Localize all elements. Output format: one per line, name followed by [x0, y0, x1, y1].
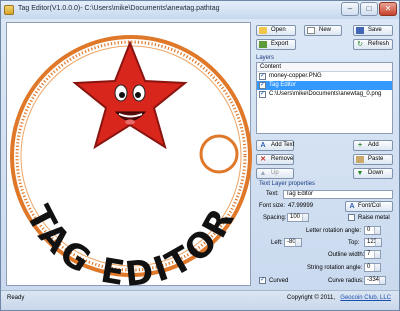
refresh-icon: ↻ [357, 41, 363, 48]
export-button[interactable]: Export [256, 39, 296, 50]
font-color-button[interactable]: A Font/Col [345, 201, 393, 212]
star-mascot [72, 40, 188, 150]
curve-radius-stepper[interactable]: -334 [364, 276, 386, 285]
string-rotation-stepper[interactable]: 0 [364, 263, 381, 272]
raise-metal-checkbox[interactable] [348, 214, 355, 221]
layers-group-label: Layers [256, 55, 275, 61]
tag-curved-text: TAG EDITOR [18, 199, 244, 287]
text-input[interactable]: Tag Editor [283, 190, 393, 199]
down-label: Down [368, 170, 384, 176]
curved-checkbox[interactable]: ✓ [259, 277, 266, 284]
geocoin-club-link[interactable]: Geocoin Club, LLC [340, 295, 391, 301]
remove-button[interactable]: ✕ Remove [256, 154, 294, 165]
add-button[interactable]: + Add [353, 140, 393, 151]
layer-item-label: Tag Editor [269, 82, 297, 88]
copyright-text: Copyright © 2011, [286, 295, 335, 301]
folder-icon [259, 27, 267, 34]
new-button[interactable]: New [304, 25, 342, 36]
layer-visibility-checkbox[interactable]: ✓ [259, 82, 266, 89]
app-window: Tag Editor(V1.0.0.0)- C:\Users\mike\Docu… [0, 0, 400, 311]
outline-width-stepper[interactable]: 7 [364, 250, 381, 259]
outline-width-label: Outline width: [328, 252, 365, 258]
left-label: Left: [271, 240, 283, 246]
left-stepper[interactable]: -80 [284, 238, 302, 247]
up-label: Up [271, 170, 279, 176]
export-label: Export [271, 41, 289, 47]
open-button[interactable]: Open [256, 25, 296, 36]
top-label: Top: [348, 240, 360, 246]
font-size-value: 47.99999 [288, 203, 314, 209]
layer-item-selected[interactable]: ✓ Tag Editor [257, 81, 392, 90]
add-label: Add [368, 142, 379, 148]
maximize-button[interactable]: □ [360, 2, 378, 16]
layer-item[interactable]: ✓ money-copper.PNG [257, 72, 392, 81]
layer-visibility-checkbox[interactable]: ✓ [259, 91, 266, 98]
letter-rotation-label: Letter rotation angle: [306, 228, 362, 234]
tag-preview-canvas[interactable]: TAG EDITOR [6, 22, 252, 287]
raise-metal-label: Raise metal [358, 215, 390, 221]
save-label: Save [368, 27, 382, 33]
paste-button[interactable]: Paste [353, 154, 393, 165]
save-button[interactable]: Save [353, 25, 393, 36]
font-color-label: Font/Col [358, 203, 381, 209]
add-text-icon: A [260, 142, 266, 149]
add-text-label: Add Text [271, 142, 295, 148]
arrow-down-icon: ▼ [356, 170, 364, 177]
text-label: Text: [266, 191, 279, 197]
add-icon: + [357, 142, 363, 149]
layers-column-header: Content [257, 63, 392, 72]
font-icon: A [349, 203, 355, 210]
text-layer-properties-label: Text Layer properties [259, 181, 316, 187]
up-button[interactable]: ▲ Up [256, 168, 294, 179]
string-rotation-label: String rotation angle: [307, 265, 363, 271]
curved-label: Curved [269, 278, 289, 284]
remove-label: Remove [271, 156, 294, 162]
top-stepper[interactable]: 123 [364, 238, 382, 247]
letter-rotation-stepper[interactable]: 0 [364, 226, 381, 235]
layers-list[interactable]: Content ✓ money-copper.PNG ✓ Tag Editor … [256, 62, 393, 134]
title-bar: Tag Editor(V1.0.0.0)- C:\Users\mike\Docu… [1, 1, 399, 19]
new-file-icon [307, 27, 315, 34]
font-size-label: Font size: [259, 203, 286, 209]
layer-item-label: C:\Users\mike\Documents\anewtag_0.png [269, 91, 382, 97]
paste-icon [356, 156, 364, 163]
export-icon [259, 41, 267, 48]
curve-radius-label: Curve radius: [328, 278, 364, 284]
paste-label: Paste [368, 156, 384, 162]
tag-preview: TAG EDITOR [10, 35, 252, 287]
layer-item[interactable]: ✓ C:\Users\mike\Documents\anewtag_0.png [257, 90, 392, 99]
refresh-label: Refresh [368, 41, 390, 47]
spacing-stepper[interactable]: 100 [287, 213, 309, 222]
app-icon [4, 5, 14, 15]
remove-icon: ✕ [260, 156, 266, 163]
status-bar: Ready Copyright © 2011, Geocoin Club, LL… [1, 290, 399, 310]
down-button[interactable]: ▼ Down [353, 168, 393, 179]
add-text-button[interactable]: A Add Text [256, 140, 294, 151]
close-button[interactable]: ✕ [379, 2, 397, 16]
layer-visibility-checkbox[interactable]: ✓ [259, 73, 266, 80]
arrow-up-icon: ▲ [259, 170, 267, 177]
hanger-hole [199, 134, 239, 174]
new-label: New [319, 27, 332, 33]
refresh-button[interactable]: ↻ Refresh [353, 39, 393, 50]
minimize-button[interactable]: – [341, 2, 359, 16]
save-icon [356, 27, 364, 34]
spacing-label: Spacing: [263, 215, 287, 221]
layer-item-label: money-copper.PNG [269, 73, 322, 79]
status-text: Ready [7, 295, 25, 301]
open-label: Open [271, 27, 286, 33]
window-title: Tag Editor(V1.0.0.0)- C:\Users\mike\Docu… [18, 5, 220, 12]
